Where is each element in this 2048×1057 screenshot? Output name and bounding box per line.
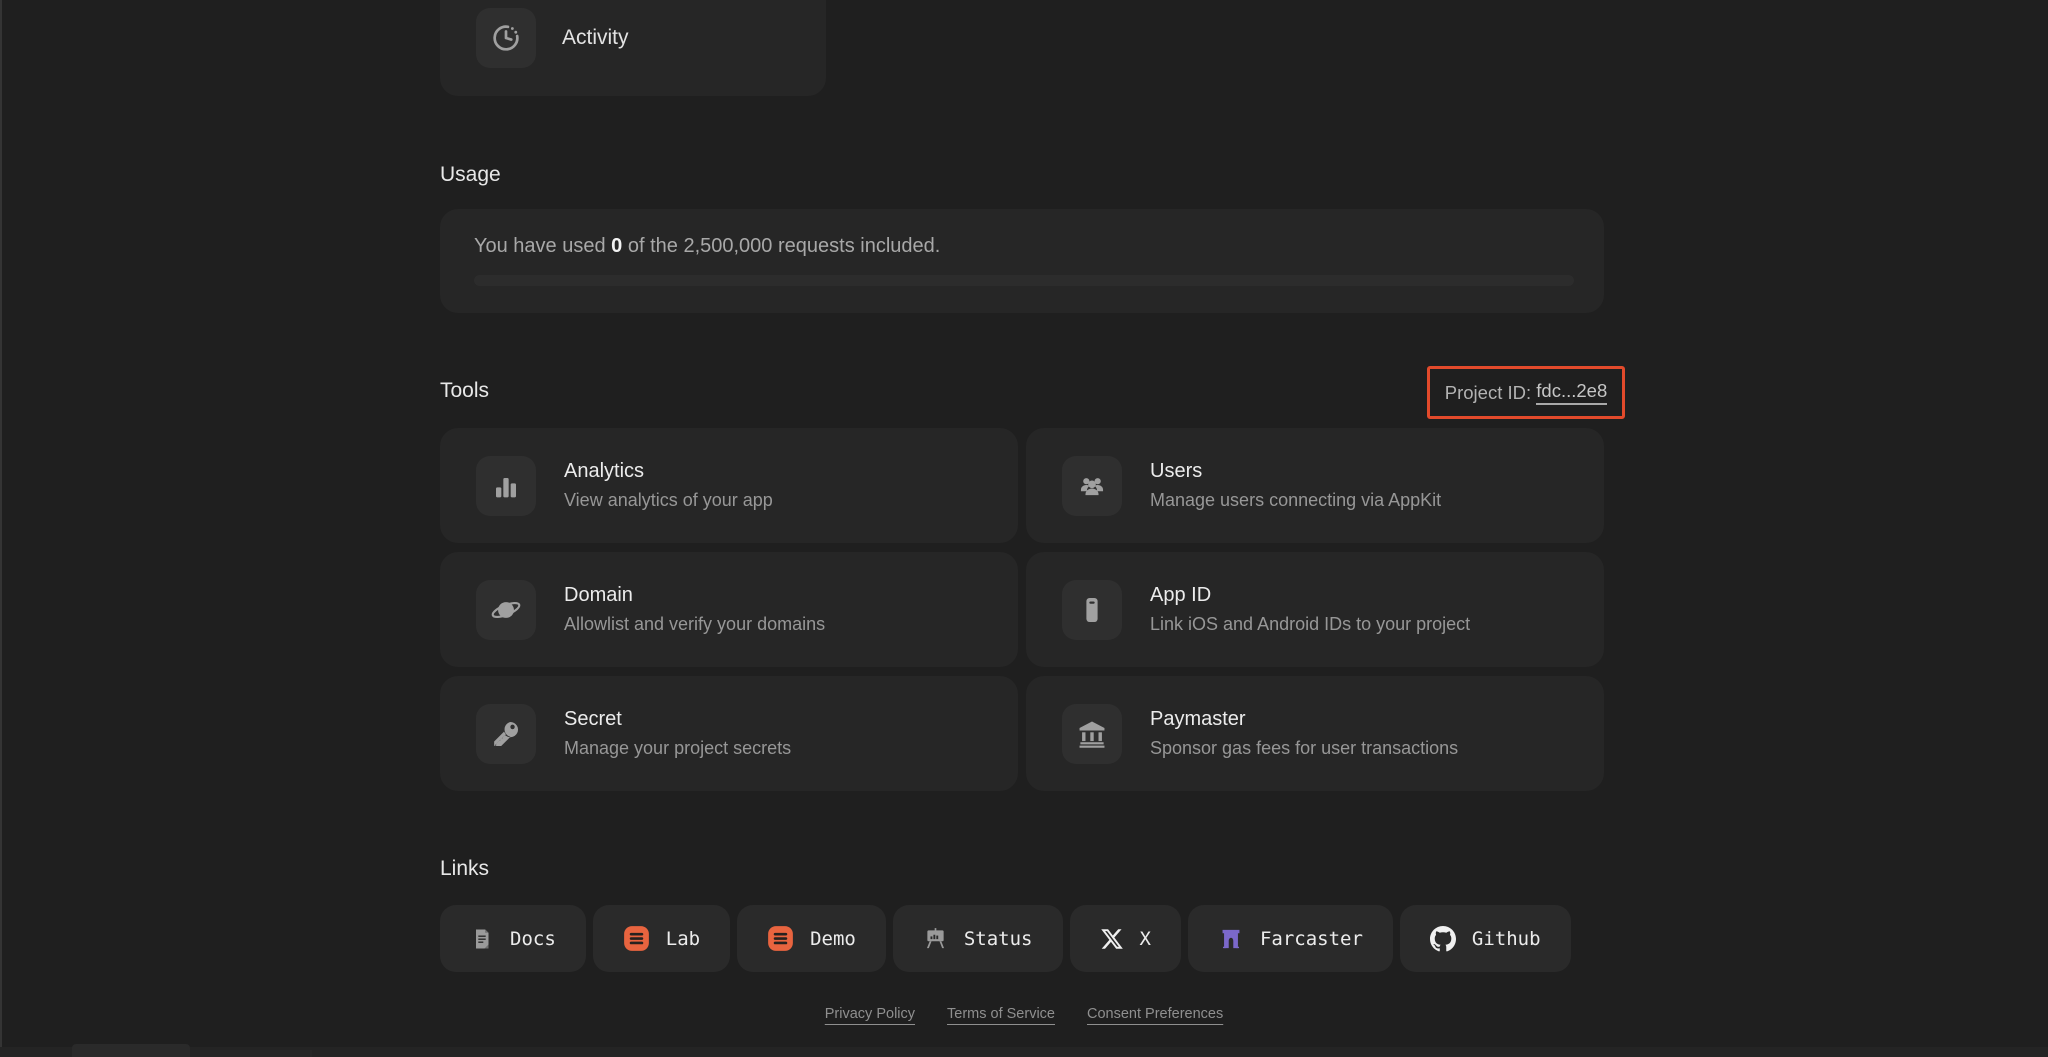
tool-description: Link iOS and Android IDs to your project	[1150, 614, 1471, 634]
bar-chart-icon	[476, 455, 536, 516]
docs-icon	[470, 927, 494, 951]
link-button-docs[interactable]: Docs	[440, 905, 586, 972]
link-button-label: Status	[963, 927, 1033, 950]
activity-card-label: Activity	[562, 26, 629, 49]
bottom-cutoff-element	[72, 1044, 190, 1057]
link-button-label: Demo	[810, 927, 856, 950]
tool-title: App ID	[1150, 584, 1212, 606]
viewport-left-edge	[0, 0, 2, 1057]
usage-text-prefix: You have used	[474, 235, 612, 257]
link-button-farcaster[interactable]: Farcaster	[1187, 905, 1393, 972]
tool-card-app-id[interactable]: App ID Link iOS and Android IDs to your …	[1026, 552, 1604, 667]
tool-title: Users	[1150, 460, 1203, 482]
tool-description: Sponsor gas fees for user transactions	[1150, 738, 1459, 758]
link-button-label: X	[1139, 927, 1151, 950]
bank-icon	[1062, 703, 1122, 764]
link-button-label: Github	[1471, 927, 1541, 950]
demo-icon	[767, 925, 794, 952]
links-heading: Links	[440, 857, 490, 880]
link-button-status[interactable]: Status	[892, 905, 1063, 972]
link-button-lab[interactable]: Lab	[592, 905, 731, 972]
tools-heading: Tools	[440, 379, 490, 402]
key-icon	[476, 703, 536, 764]
tool-card-users[interactable]: Users Manage users connecting via AppKit	[1026, 428, 1604, 543]
tool-card-analytics[interactable]: Analytics View analytics of your app	[440, 428, 1018, 543]
footer: Privacy Policy Terms of Service Consent …	[0, 1006, 2048, 1022]
usage-heading: Usage	[440, 163, 501, 186]
users-icon	[1062, 455, 1122, 516]
usage-text-suffix: of the 2,500,000 requests included.	[622, 235, 941, 257]
clock-history-icon	[476, 8, 536, 68]
x-logo-icon	[1100, 927, 1124, 951]
link-button-demo[interactable]: Demo	[737, 905, 886, 972]
status-icon	[923, 926, 948, 951]
footer-link-consent-preferences[interactable]: Consent Preferences	[1087, 1006, 1223, 1022]
tool-card-paymaster[interactable]: Paymaster Sponsor gas fees for user tran…	[1026, 676, 1604, 791]
github-icon	[1429, 925, 1456, 952]
phone-icon	[1062, 579, 1122, 640]
planet-icon	[476, 579, 536, 640]
tool-card-domain[interactable]: Domain Allowlist and verify your domains	[440, 552, 1018, 667]
tool-description: Allowlist and verify your domains	[564, 614, 826, 634]
tool-title: Paymaster	[1150, 708, 1246, 730]
tool-title: Secret	[564, 708, 622, 730]
bottom-cutoff-element	[200, 1050, 312, 1057]
link-button-label: Farcaster	[1259, 927, 1363, 950]
tool-description: Manage your project secrets	[564, 738, 792, 758]
usage-card: You have used 0 of the 2,500,000 request…	[440, 209, 1604, 313]
tool-title: Domain	[564, 584, 633, 606]
link-button-label: Docs	[510, 927, 556, 950]
usage-used-count: 0	[611, 235, 623, 257]
link-button-github[interactable]: Github	[1399, 905, 1571, 972]
link-button-x[interactable]: X	[1069, 905, 1181, 972]
usage-progress-track	[474, 275, 1574, 286]
project-id-label: Project ID:	[1444, 381, 1532, 403]
tool-description: Manage users connecting via AppKit	[1150, 490, 1442, 510]
tool-title: Analytics	[564, 460, 645, 482]
project-id-highlight-box: Project ID: fdc...2e8	[1427, 366, 1625, 419]
footer-link-terms-of-service[interactable]: Terms of Service	[947, 1006, 1055, 1022]
links-row: Docs Lab Demo Status X Farcaster Github	[440, 905, 1571, 972]
usage-text: You have used 0 of the 2,500,000 request…	[474, 235, 940, 258]
project-id-value[interactable]: fdc...2e8	[1536, 380, 1608, 405]
tool-description: View analytics of your app	[564, 490, 773, 510]
footer-link-privacy-policy[interactable]: Privacy Policy	[825, 1006, 915, 1022]
link-button-label: Lab	[665, 927, 701, 950]
tool-card-secret[interactable]: Secret Manage your project secrets	[440, 676, 1018, 791]
lab-icon	[623, 925, 650, 952]
farcaster-icon	[1218, 926, 1244, 952]
activity-card[interactable]: Activity	[440, 0, 826, 96]
